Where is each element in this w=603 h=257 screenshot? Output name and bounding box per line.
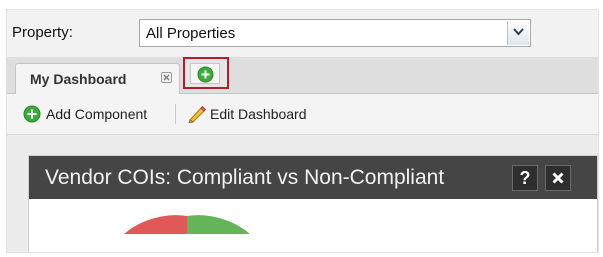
- add-tab-inner: [190, 63, 220, 84]
- pie-chart-partial: [124, 215, 250, 234]
- add-tab-button[interactable]: [183, 57, 229, 89]
- edit-dashboard-label: Edit Dashboard: [210, 106, 307, 122]
- property-select[interactable]: All Properties: [139, 19, 531, 47]
- tab-strip: My Dashboard: [7, 57, 598, 94]
- property-filter-row: Property: All Properties: [7, 10, 598, 57]
- close-icon: [552, 172, 564, 184]
- plus-circle-icon: [23, 105, 41, 123]
- add-component-label: Add Component: [46, 106, 148, 122]
- widget-header: Vendor COIs: Compliant vs Non-Compliant …: [29, 156, 597, 199]
- property-select-value: All Properties: [146, 25, 236, 42]
- widget-title: Vendor COIs: Compliant vs Non-Compliant: [45, 166, 445, 189]
- pencil-icon: [188, 105, 207, 123]
- vendor-coi-widget: Vendor COIs: Compliant vs Non-Compliant …: [28, 155, 598, 252]
- property-label: Property:: [12, 24, 73, 41]
- pie-slice-compliant: [187, 215, 250, 234]
- dashboard-content: Vendor COIs: Compliant vs Non-Compliant …: [7, 135, 598, 252]
- toolbar-divider: [175, 104, 176, 124]
- dropdown-arrow-button[interactable]: [507, 21, 529, 45]
- dashboard-frame: Property: All Properties My Dashboard Ad…: [6, 9, 599, 253]
- pie-slice-noncompliant: [124, 215, 187, 234]
- dashboard-toolbar: Add Component Edit Dashboard: [7, 94, 598, 135]
- close-tab-icon[interactable]: [161, 72, 172, 83]
- help-button[interactable]: ?: [512, 165, 538, 191]
- tab-my-dashboard[interactable]: My Dashboard: [15, 63, 180, 94]
- close-widget-button[interactable]: [545, 165, 571, 191]
- chevron-down-icon: [513, 28, 524, 36]
- tab-label: My Dashboard: [30, 71, 127, 87]
- plus-circle-icon: [197, 66, 214, 83]
